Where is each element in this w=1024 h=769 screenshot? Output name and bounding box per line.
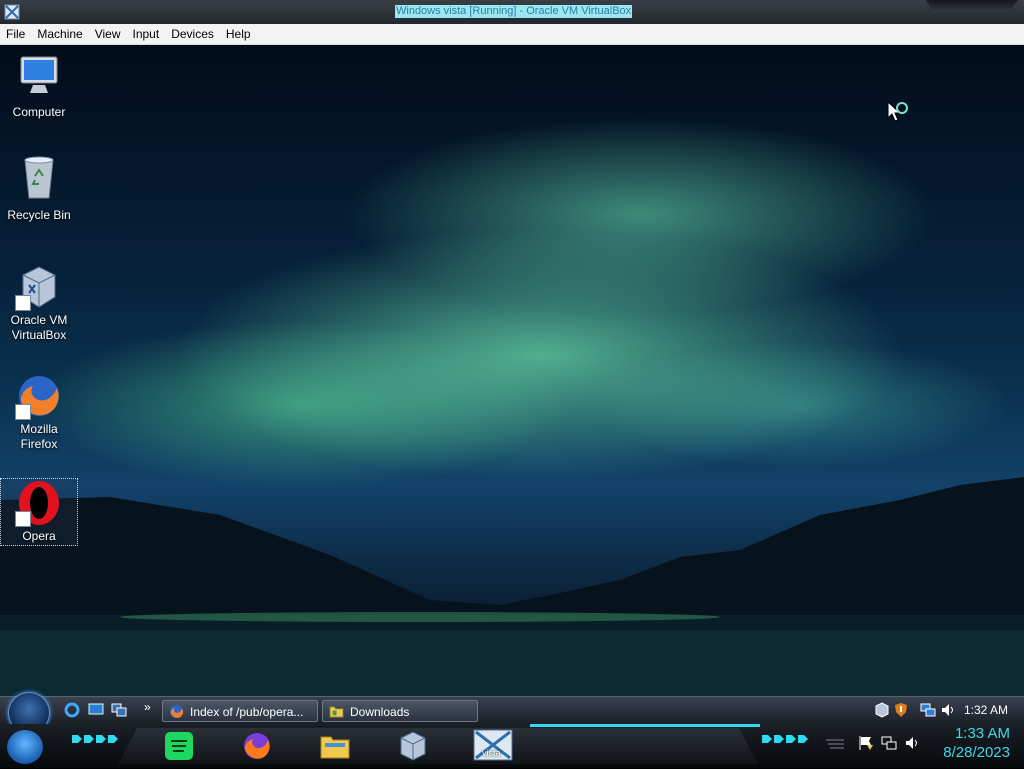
shortcut-arrow-icon [15,511,31,527]
taskbar-clock[interactable]: 1:32 AM [964,703,1008,717]
desktop-icon-computer[interactable]: Computer [1,51,77,120]
menu-help[interactable]: Help [220,24,257,41]
recycle-bin-icon [24,156,54,199]
dock-accent-line [530,724,760,727]
desktop-icon-label: Opera [22,529,56,543]
window-title: Windows vista [Running] - Oracle VM Virt… [395,5,633,18]
dock-clock-date: 8/28/2023 [943,744,1010,761]
desktop-icon-virtualbox[interactable]: Oracle VM VirtualBox [1,263,77,343]
desktop-icon-label: Computer [12,105,66,119]
show-desktop-icon[interactable] [88,703,104,717]
taskbar-button-label: Downloads [350,705,410,719]
virtualbox-icon[interactable] [396,730,430,762]
computer-icon [20,56,58,93]
dock-orb-button[interactable] [7,730,43,764]
desktop-icon-recycle-bin[interactable]: Recycle Bin [1,154,77,223]
window-titlebar[interactable]: Windows vista [Running] - Oracle VM Virt… [0,0,1024,25]
vista-vm-icon [473,729,513,761]
dock-clock-time: 1:33 AM [954,725,1010,742]
dock-item-vista-vm[interactable]: vista [470,728,516,764]
ie-icon[interactable] [64,702,80,718]
dock-lines-icon [826,739,844,749]
security-shield-icon[interactable] [893,702,909,718]
menubar: File Machine View Input Devices Help [0,24,1024,45]
dock-glow-chevrons [72,735,118,743]
shortcut-arrow-icon [15,404,31,420]
firefox-icon[interactable] [240,730,274,762]
dock-glow-chevrons [762,735,808,743]
dock-bar: vista 1:33 AM 8/28/2023 [0,724,1024,768]
virtualbox-tray-icon[interactable] [874,702,890,718]
volume-icon[interactable] [940,702,956,718]
spotify-icon[interactable] [162,730,196,762]
menu-view[interactable]: View [89,24,127,41]
desktop-icon-firefox[interactable]: Mozilla Firefox [1,372,77,452]
quick-launch-overflow[interactable]: » [144,700,151,714]
file-manager-icon[interactable] [318,730,352,762]
flag-icon[interactable] [858,735,874,751]
network-icon[interactable] [920,702,936,718]
vista-vm-label: vista [482,748,501,758]
desktop-icon-label: Oracle VM VirtualBox [10,313,68,342]
taskbar-button-downloads[interactable]: Downloads [322,700,478,722]
desktop-icon-label: Recycle Bin [7,208,71,222]
switch-windows-icon[interactable] [111,703,127,717]
desktop-background[interactable]: Computer Recycle Bin Oracle VM VirtualBo… [0,45,1024,696]
desktop-icon-label: Mozilla Firefox [20,422,58,451]
dock-clock[interactable]: 1:33 AM 8/28/2023 [922,724,1010,762]
network-icon[interactable] [881,735,897,751]
folder-icon [329,706,344,718]
virtualbox-icon[interactable] [3,3,21,21]
busy-cursor [887,100,908,122]
menu-machine[interactable]: Machine [31,24,88,41]
shortcut-arrow-icon [15,295,31,311]
menu-input[interactable]: Input [127,24,166,41]
menu-devices[interactable]: Devices [165,24,220,41]
taskbar: » Index of /pub/opera... Downloads 1:32 … [0,692,1024,768]
taskbar-button-firefox[interactable]: Index of /pub/opera... [162,700,318,722]
wallpaper-landscape [0,477,1024,696]
menu-file[interactable]: File [0,24,31,41]
titlebar-decoration [926,0,1018,12]
taskbar-button-label: Index of /pub/opera... [190,705,304,719]
firefox-icon [169,704,184,719]
desktop-icon-opera[interactable]: Opera [0,478,78,546]
volume-icon[interactable] [904,735,920,751]
taskbar-upper: » Index of /pub/opera... Downloads 1:32 … [0,692,1024,734]
dock-shelf [118,728,758,764]
